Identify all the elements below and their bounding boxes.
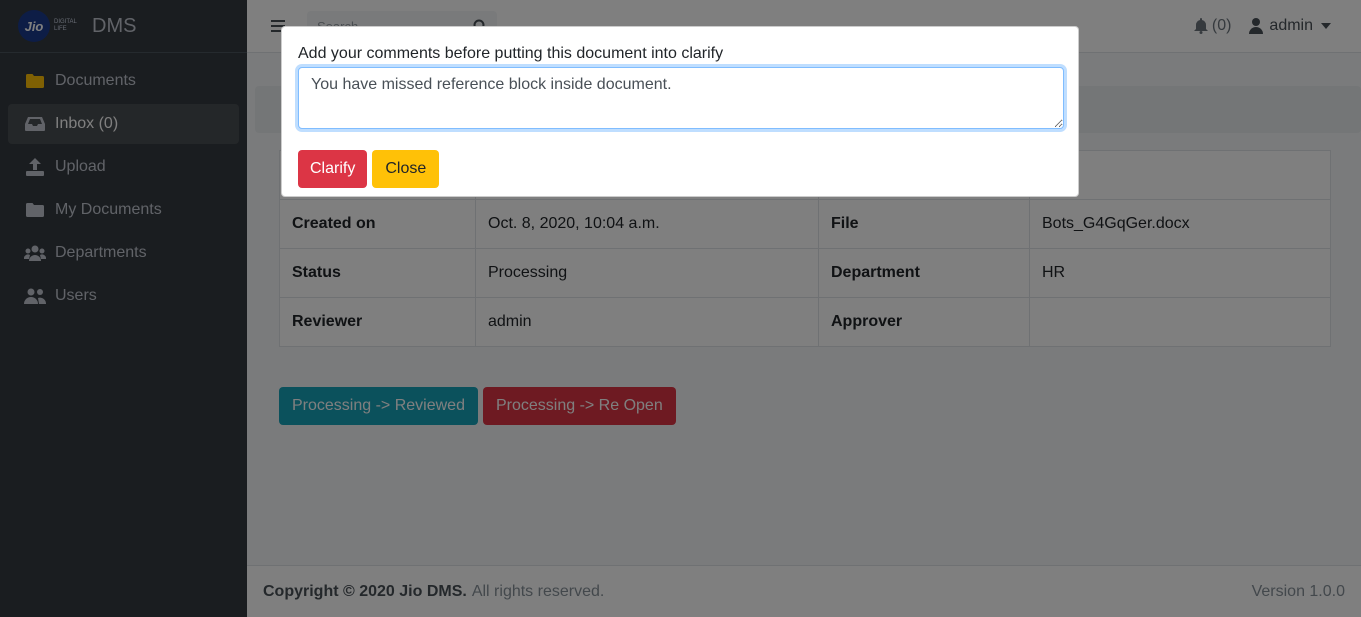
clarify-button[interactable]: Clarify (298, 150, 368, 188)
comment-textarea[interactable]: You have missed reference block inside d… (298, 67, 1064, 129)
close-button[interactable]: Close (372, 150, 440, 188)
clarify-modal: Add your comments before putting this do… (281, 26, 1079, 197)
modal-buttons: Clarify Close (298, 150, 1062, 188)
modal-label: Add your comments before putting this do… (298, 45, 724, 62)
